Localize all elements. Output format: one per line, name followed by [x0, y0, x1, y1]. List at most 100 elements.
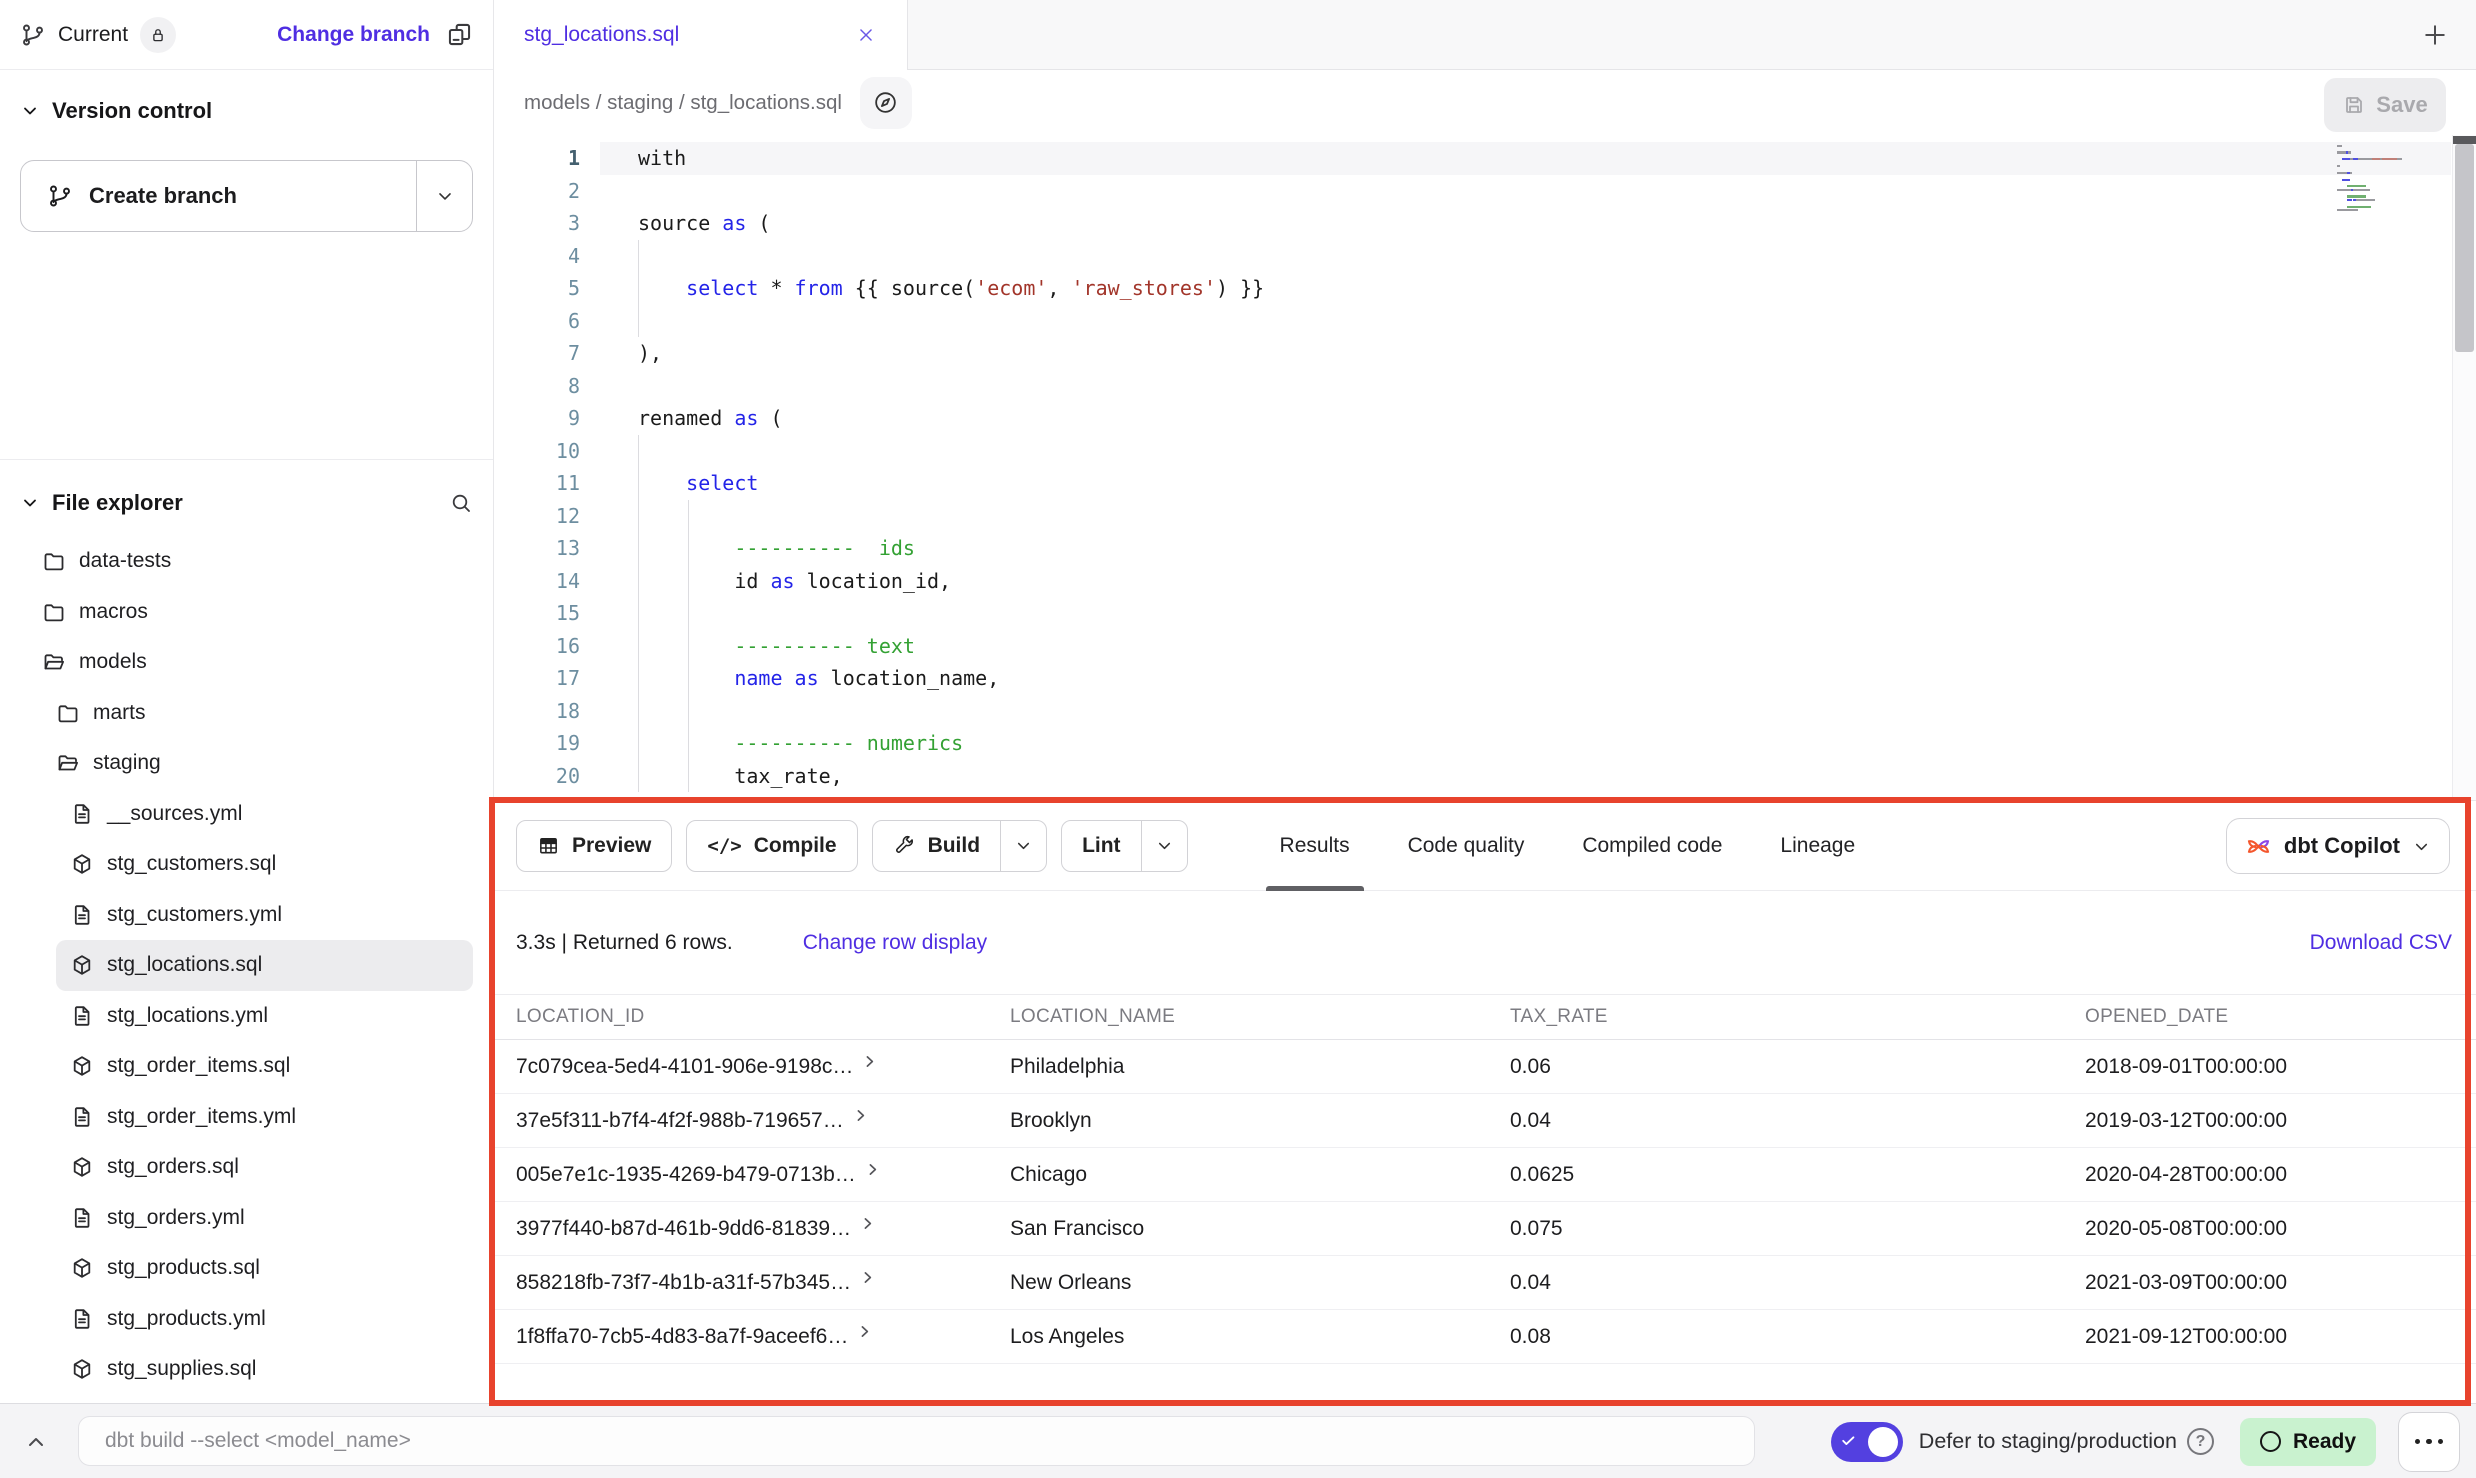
- yml-file-icon: [70, 1307, 94, 1331]
- file-item-macros[interactable]: macros: [28, 587, 473, 638]
- file-item-stg_orders.sql[interactable]: stg_orders.sql: [56, 1142, 473, 1193]
- file-item-stg_orders.yml[interactable]: stg_orders.yml: [56, 1193, 473, 1244]
- file-item-stg_products.sql[interactable]: stg_products.sql: [56, 1243, 473, 1294]
- file-item-marts[interactable]: marts: [42, 688, 473, 739]
- file-item-label: stg_products.yml: [107, 1307, 266, 1331]
- file-item-stg_locations.sql[interactable]: stg_locations.sql: [56, 940, 473, 991]
- cell-location-name: New Orleans: [1010, 1271, 1510, 1295]
- ellipsis-menu-button[interactable]: [2398, 1412, 2460, 1472]
- scrollbar-thumb[interactable]: [2455, 144, 2474, 352]
- file-item-staging[interactable]: staging: [42, 738, 473, 789]
- table-row: 1f8ffa70-7cb5-4d83-8a7f-9aceef6…Los Ange…: [494, 1310, 2476, 1364]
- line-number: 20: [494, 760, 580, 793]
- file-item-stg_products.yml[interactable]: stg_products.yml: [56, 1294, 473, 1345]
- file-item-label: stg_supplies.sql: [107, 1357, 256, 1381]
- dbt-copilot-button[interactable]: dbt Copilot: [2226, 818, 2450, 874]
- current-branch-label: Current: [58, 23, 128, 47]
- chevron-down-icon[interactable]: [20, 493, 40, 513]
- model-cube-icon: [70, 1155, 94, 1179]
- change-branch-link[interactable]: Change branch: [277, 23, 430, 47]
- git-branch-icon: [20, 22, 46, 48]
- copy-icon[interactable]: [446, 21, 473, 48]
- lint-menu-button[interactable]: [1141, 821, 1187, 871]
- folder-icon: [56, 701, 80, 725]
- create-branch-menu-button[interactable]: [416, 161, 472, 231]
- check-icon: [1840, 1432, 1857, 1449]
- table-body: 7c079cea-5ed4-4101-906e-9198c…Philadelph…: [494, 1040, 2476, 1364]
- chevron-up-icon[interactable]: [24, 1430, 48, 1454]
- file-item-stg_customers.yml[interactable]: stg_customers.yml: [56, 890, 473, 941]
- tab-stg-locations-sql[interactable]: stg_locations.sql: [494, 0, 908, 70]
- line-number: 16: [494, 630, 580, 663]
- file-item-stg_supplies.sql[interactable]: stg_supplies.sql: [56, 1344, 473, 1395]
- chevron-right-icon[interactable]: [864, 1161, 881, 1178]
- plus-icon[interactable]: [2420, 20, 2450, 50]
- build-menu-button[interactable]: [1000, 821, 1046, 871]
- column-header: TAX_RATE: [1510, 1006, 2085, 1028]
- tab-results[interactable]: Results: [1264, 801, 1366, 891]
- tab-code-quality[interactable]: Code quality: [1392, 801, 1541, 891]
- chevron-right-icon[interactable]: [856, 1323, 873, 1340]
- search-icon[interactable]: [449, 491, 473, 515]
- lint-button[interactable]: Lint: [1061, 820, 1187, 872]
- file-item-stg_locations.yml[interactable]: stg_locations.yml: [56, 991, 473, 1042]
- file-item-stg_order_items.sql[interactable]: stg_order_items.sql: [56, 1041, 473, 1092]
- code-line: select * from {{ source('ecom', 'raw_sto…: [638, 272, 1264, 305]
- editor-scrollbar: [2452, 135, 2476, 800]
- file-item-label: stg_customers.yml: [107, 903, 282, 927]
- chevron-right-icon[interactable]: [852, 1107, 869, 1124]
- folder-open-icon: [56, 751, 80, 775]
- chevron-down-icon[interactable]: [20, 101, 40, 121]
- line-number: 1: [494, 142, 580, 175]
- preview-button[interactable]: Preview: [516, 820, 672, 872]
- tab-lineage[interactable]: Lineage: [1764, 801, 1871, 891]
- code-line: ---------- text: [638, 630, 1264, 663]
- cell-location-id: 37e5f311-b7f4-4f2f-988b-719657…: [516, 1109, 844, 1133]
- file-item-stg_customers.sql[interactable]: stg_customers.sql: [56, 839, 473, 890]
- code-line: select: [638, 467, 1264, 500]
- toggle-knob: [1868, 1427, 1898, 1457]
- file-item-label: stg_locations.sql: [107, 953, 262, 977]
- code-editor[interactable]: 1234567891011121314151617181920 withsour…: [494, 135, 2476, 800]
- line-number: 11: [494, 467, 580, 500]
- code-line: [638, 370, 1264, 403]
- create-branch-button[interactable]: Create branch: [20, 160, 473, 232]
- code-content[interactable]: withsource as ( select * from {{ source(…: [638, 142, 1264, 792]
- file-item-models[interactable]: models: [28, 637, 473, 688]
- copilot-logo-icon: [2245, 833, 2272, 860]
- code-line: [638, 597, 1264, 630]
- close-icon[interactable]: [855, 24, 877, 46]
- chevron-right-icon[interactable]: [859, 1269, 876, 1286]
- tab-compiled-code[interactable]: Compiled code: [1566, 801, 1738, 891]
- compile-button[interactable]: </> Compile: [686, 820, 857, 872]
- code-line: [638, 500, 1264, 533]
- line-number: 15: [494, 597, 580, 630]
- minimap: [2337, 144, 2447, 212]
- file-item-data-tests[interactable]: data-tests: [28, 536, 473, 587]
- file-item-stg_order_items.yml[interactable]: stg_order_items.yml: [56, 1092, 473, 1143]
- line-number: 10: [494, 435, 580, 468]
- table-row: 005e7e1c-1935-4269-b479-0713b…Chicago0.0…: [494, 1148, 2476, 1202]
- download-csv-link[interactable]: Download CSV: [2310, 931, 2452, 955]
- file-item-__sources.yml[interactable]: __sources.yml: [56, 789, 473, 840]
- change-row-display-link[interactable]: Change row display: [803, 931, 987, 955]
- indent-guide: [638, 240, 639, 338]
- chevron-down-icon: [2412, 837, 2431, 856]
- defer-toggle[interactable]: [1831, 1422, 1903, 1462]
- yml-file-icon: [70, 1105, 94, 1129]
- compass-icon[interactable]: [860, 77, 912, 129]
- lock-icon: [140, 17, 176, 53]
- help-icon[interactable]: ?: [2187, 1428, 2214, 1455]
- code-line: with: [638, 142, 1264, 175]
- chevron-right-icon[interactable]: [861, 1053, 878, 1070]
- file-explorer-section: File explorer data-testsmacrosmodelsmart…: [0, 460, 493, 1395]
- ready-status-badge[interactable]: Ready: [2240, 1418, 2376, 1466]
- save-button[interactable]: Save: [2324, 78, 2446, 132]
- compile-label: Compile: [754, 834, 837, 858]
- file-item-label: stg_order_items.yml: [107, 1105, 296, 1129]
- line-number: 3: [494, 207, 580, 240]
- defer-label: Defer to staging/production: [1919, 1429, 2177, 1454]
- build-button[interactable]: Build: [872, 820, 1048, 872]
- command-input[interactable]: dbt build --select <model_name>: [78, 1416, 1755, 1466]
- chevron-right-icon[interactable]: [859, 1215, 876, 1232]
